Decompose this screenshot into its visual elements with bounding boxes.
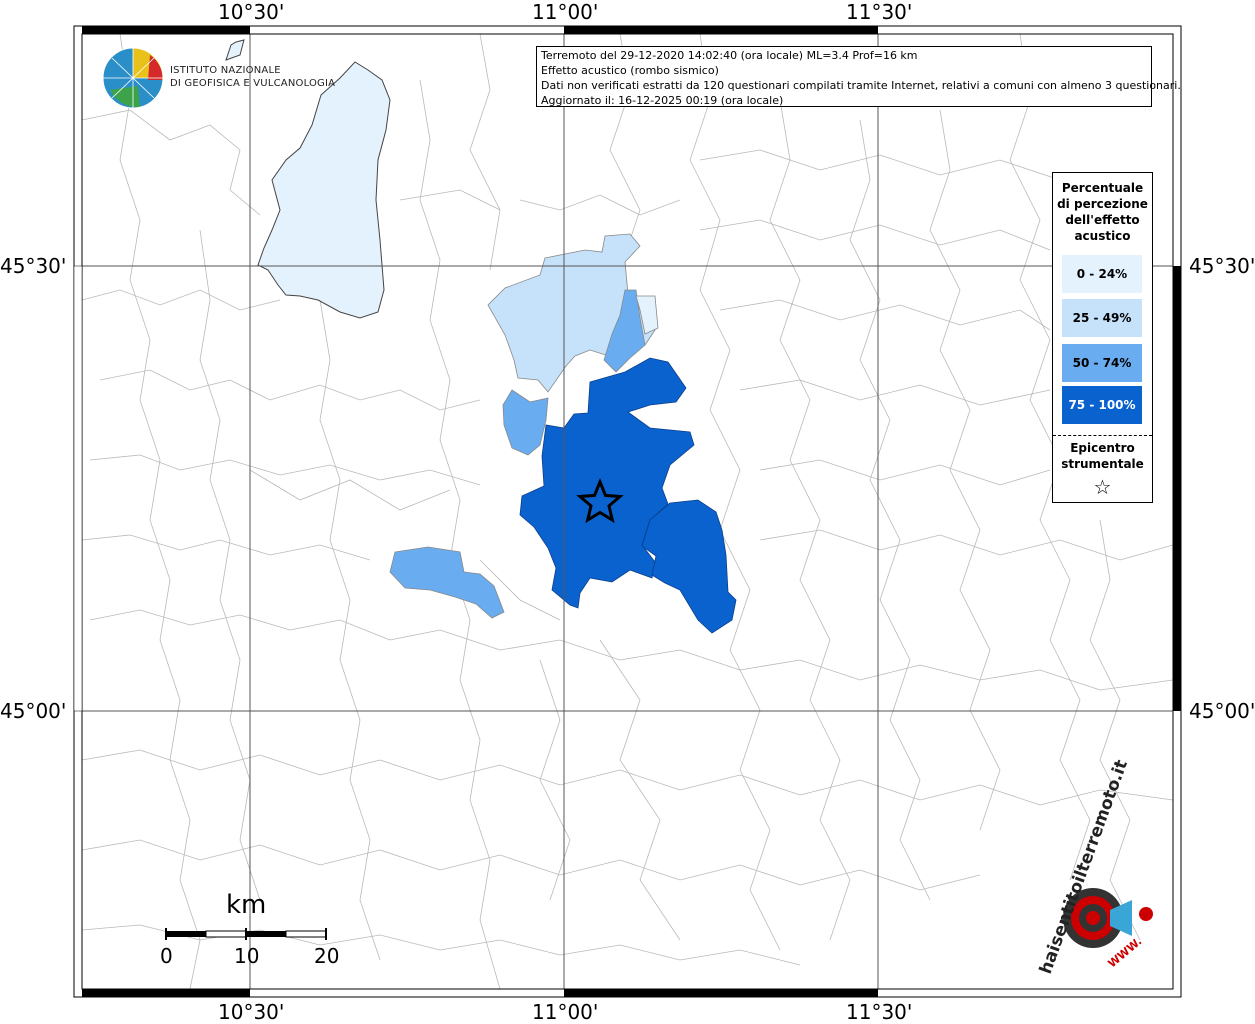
lon-label-top-1100: 11°00' (532, 0, 599, 24)
lon-label-bottom-1130: 11°30' (846, 1000, 913, 1024)
event-info-line-3: Dati non verificati estratti da 120 ques… (541, 79, 1181, 92)
scale-label-20: 20 (314, 944, 340, 968)
lat-label-right-4500: 45°00' (1189, 699, 1255, 723)
lon-label-top-1030: 10°30' (218, 0, 285, 24)
legend-item-75-100: 75 - 100% (1062, 386, 1142, 424)
legend-divider (1053, 435, 1152, 436)
legend-epicenter-line: Epicentro (1070, 441, 1135, 455)
scale-label-10: 10 (234, 944, 260, 968)
legend-title-line: acustico (1074, 229, 1131, 243)
event-info-line-4: Aggiornato il: 16-12-2025 00:19 (ora loc… (541, 94, 784, 107)
star-icon: ☆ (1093, 475, 1112, 499)
legend: Percentuale di percezione dell'effetto a… (1052, 172, 1153, 503)
ingv-line-1: ISTITUTO NAZIONALE (170, 65, 281, 76)
scale-label-0: 0 (160, 944, 173, 968)
legend-title: Percentuale di percezione dell'effetto a… (1053, 180, 1152, 244)
lat-label-left-4500: 45°00' (0, 699, 67, 723)
map-canvas: haisentitoilterremoto.it WWW. (73, 25, 1182, 998)
event-info-line-2: Effetto acustico (rombo sismico) (541, 64, 719, 77)
ingv-logo-icon (102, 47, 164, 109)
lon-label-top-1130: 11°30' (846, 0, 913, 24)
legend-title-line: di percezione (1057, 197, 1148, 211)
lat-label-right-4530: 45°30' (1189, 254, 1255, 278)
ingv-logo-text: ISTITUTO NAZIONALE DI GEOFISICA E VULCAN… (170, 64, 335, 90)
legend-item-0-24: 0 - 24% (1062, 255, 1142, 293)
lon-label-bottom-1030: 10°30' (218, 1000, 285, 1024)
lon-label-bottom-1100: 11°00' (532, 1000, 599, 1024)
event-info-line-1: Terremoto del 29-12-2020 14:02:40 (ora l… (541, 49, 918, 62)
scale-title: km (226, 890, 267, 920)
legend-item-25-49: 25 - 49% (1062, 299, 1142, 337)
event-info-box: Terremoto del 29-12-2020 14:02:40 (ora l… (536, 46, 1181, 107)
legend-epicenter-label: Epicentro strumentale (1053, 440, 1152, 472)
lat-label-left-4530: 45°30' (0, 254, 67, 278)
legend-epicenter-line: strumentale (1061, 457, 1144, 471)
ingv-line-2: DI GEOFISICA E VULCANOLOGIA (170, 78, 336, 89)
legend-title-line: Percentuale (1061, 181, 1144, 195)
legend-title-line: dell'effetto (1065, 213, 1140, 227)
legend-item-50-74: 50 - 74% (1062, 344, 1142, 382)
